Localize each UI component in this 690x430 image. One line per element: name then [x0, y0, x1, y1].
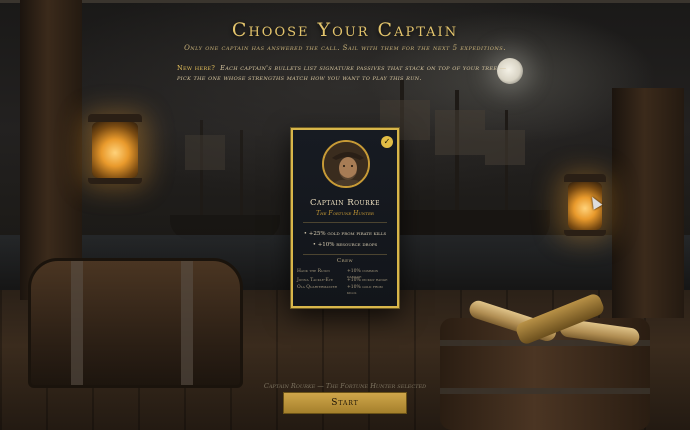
passive-item: • +10% resource drops [312, 242, 378, 248]
checkmark-icon: ✓ [381, 136, 393, 148]
captain-portrait [322, 140, 370, 188]
window-top-edge [0, 0, 690, 3]
lantern-left-icon [88, 114, 142, 184]
screen-title: Choose Your Captain [231, 19, 459, 41]
captain-card[interactable]: ✓ Captain Rourke The Fortune Hunter • +2… [291, 128, 399, 308]
crew-name: Ola Quartermaster [297, 285, 337, 290]
captain-title: The Fortune Hunter [316, 210, 374, 217]
new-player-hint: New here? Each captain's bullets list sig… [177, 63, 507, 83]
captain-name: Captain Rourke [310, 198, 380, 208]
dock-post-right [612, 88, 684, 318]
selection-status: Captain Rourke — The Fortune Hunter sele… [263, 382, 427, 390]
crew-row: Ola Quartermaster +10% gold from kills [297, 285, 393, 297]
hint-text: Each captain's bullets list signature pa… [177, 64, 507, 82]
hint-tag: New here? [177, 64, 216, 72]
card-divider [303, 222, 387, 223]
crew-bonus: +10% gold from kills [347, 285, 383, 296]
ship-silhouette-left [170, 120, 280, 240]
crew-heading: Crew [336, 258, 354, 264]
screen-subtitle: Only one captain has answered the call. … [184, 44, 506, 52]
start-button[interactable]: Start [283, 392, 407, 414]
crew-name: Jonna Tackle-Eye [297, 278, 333, 283]
crew-row: Jonna Tackle-Eye +10% pickup range [297, 278, 393, 284]
crew-bonus: +10% pickup range [347, 278, 388, 283]
treasure-chest [28, 258, 243, 388]
card-divider [303, 254, 387, 255]
passive-item: • +25% gold from pirate kills [303, 231, 387, 237]
